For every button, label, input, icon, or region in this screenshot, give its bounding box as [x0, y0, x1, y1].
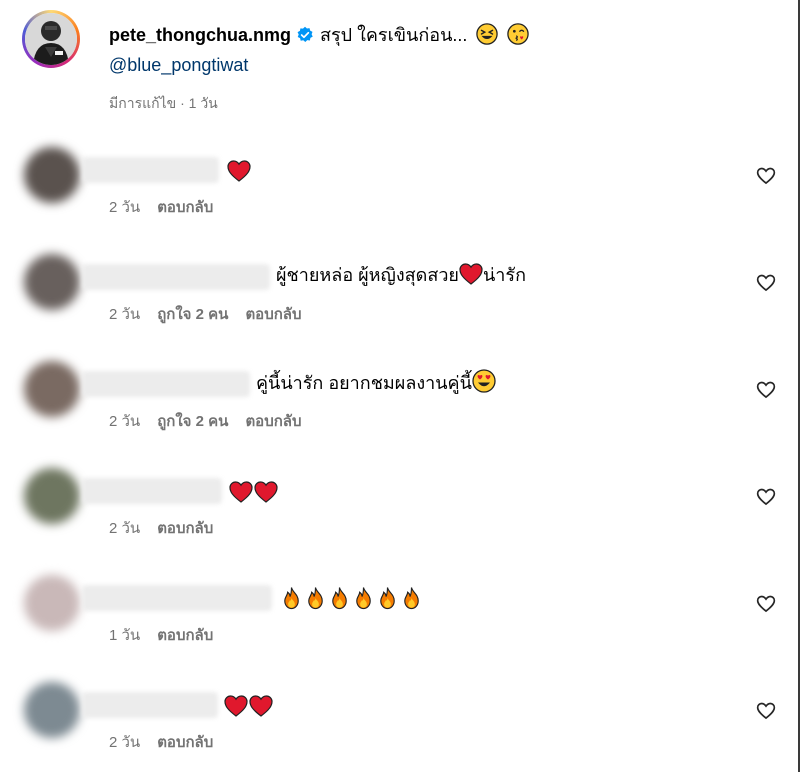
comment-text-main: คู่นี้น่ารัก อยากชมผลงานคู่นี้: [256, 373, 472, 393]
red-heart-icon: [249, 695, 273, 717]
comment-item: 2 วัน ตอบกลับ: [0, 468, 800, 568]
commenter-username-redacted[interactable]: [82, 692, 218, 718]
comment-time: 2 วัน: [109, 520, 141, 537]
post-mention-link[interactable]: @blue_pongtiwat: [109, 52, 248, 78]
fire-icon: [356, 587, 371, 610]
commenter-username-redacted[interactable]: [82, 478, 222, 504]
comment-meta: 2 วัน ถูกใจ 2 คน ตอบกลับ: [109, 302, 319, 326]
comment-time: 2 วัน: [109, 306, 141, 323]
comment-text: [224, 690, 274, 720]
comment-meta: 2 วัน ถูกใจ 2 คน ตอบกลับ: [109, 409, 319, 433]
like-heart-icon[interactable]: [756, 380, 776, 400]
commenter-username-redacted[interactable]: [82, 371, 250, 397]
like-heart-icon[interactable]: [756, 487, 776, 507]
commenter-avatar[interactable]: [24, 468, 80, 524]
comment-time: 1 วัน: [109, 627, 141, 644]
fire-icon: [308, 587, 323, 610]
reply-button[interactable]: ตอบกลับ: [245, 306, 301, 323]
reply-button[interactable]: ตอบกลับ: [157, 627, 213, 644]
red-heart-icon: [229, 481, 253, 503]
like-heart-icon[interactable]: [756, 594, 776, 614]
comment-text: ผู้ชายหล่อ ผู้หญิงสุดสวย น่ารัก: [276, 262, 526, 288]
likes-count-button[interactable]: ถูกใจ 2 คน: [157, 306, 228, 323]
fire-icon: [284, 587, 299, 610]
post-caption: pete_thongchua.nmg สรุป ใครเขินก่อน...: [109, 22, 530, 48]
commenter-username-redacted[interactable]: [82, 157, 219, 183]
avatar-photo-icon: [25, 13, 77, 65]
like-heart-icon[interactable]: [756, 701, 776, 721]
reply-button[interactable]: ตอบกลับ: [157, 734, 213, 751]
red-heart-icon: [227, 160, 251, 182]
grinning-squinting-face-icon: [476, 23, 499, 45]
red-heart-icon: [254, 481, 278, 503]
commenter-username-redacted[interactable]: [82, 585, 272, 611]
comment-meta: 2 วัน ตอบกลับ: [109, 516, 230, 540]
comment-emojis: [224, 694, 274, 720]
comment-text-after: น่ารัก: [482, 265, 526, 285]
commenter-avatar[interactable]: [24, 575, 80, 631]
red-heart-icon: [459, 263, 483, 285]
verified-badge-icon: [297, 26, 313, 42]
red-heart-icon: [224, 695, 248, 717]
commenter-username-redacted[interactable]: [82, 264, 270, 290]
comment-item: 1 วัน ตอบกลับ: [0, 575, 800, 675]
commenter-avatar[interactable]: [24, 361, 80, 417]
comment-text: [227, 155, 252, 185]
comment-meta: 2 วัน ตอบกลับ: [109, 195, 230, 219]
heart-eyes-face-icon: [472, 369, 496, 393]
comment-text: [280, 583, 424, 613]
fire-icon: [404, 587, 419, 610]
comment-emojis: [227, 159, 252, 185]
reply-button[interactable]: ตอบกลับ: [157, 520, 213, 537]
comment-item: ผู้ชายหล่อ ผู้หญิงสุดสวย น่ารัก 2 วัน ถูกใ…: [0, 254, 800, 354]
post-meta: มีการแก้ไข · 1 วัน: [109, 95, 218, 111]
post-author-username[interactable]: pete_thongchua.nmg: [109, 25, 291, 45]
like-heart-icon[interactable]: [756, 273, 776, 293]
comment-item: คู่นี้น่ารัก อยากชมผลงานคู่นี้ 2 วัน ถูกใ…: [0, 361, 800, 461]
comment-item: 2 วัน ตอบกลับ: [0, 147, 800, 247]
likes-count-button[interactable]: ถูกใจ 2 คน: [157, 413, 228, 430]
comment-emojis: [229, 480, 279, 506]
comment-emojis: [280, 586, 424, 613]
post-author-avatar[interactable]: [25, 13, 77, 65]
post-caption-text: สรุป ใครเขินก่อน...: [320, 25, 468, 45]
commenter-avatar[interactable]: [24, 147, 80, 203]
comment-time: 2 วัน: [109, 734, 141, 751]
face-blowing-kiss-icon: [507, 23, 530, 45]
reply-button[interactable]: ตอบกลับ: [157, 199, 213, 216]
comment-time: 2 วัน: [109, 413, 141, 430]
comment-time: 2 วัน: [109, 199, 141, 216]
commenter-avatar[interactable]: [24, 254, 80, 310]
comment-meta: 2 วัน ตอบกลับ: [109, 730, 230, 754]
comment-text: [229, 476, 279, 506]
fire-icon: [380, 587, 395, 610]
comment-text-main: ผู้ชายหล่อ ผู้หญิงสุดสวย: [276, 265, 459, 285]
comment-meta: 1 วัน ตอบกลับ: [109, 623, 230, 647]
fire-icon: [332, 587, 347, 610]
like-heart-icon[interactable]: [756, 166, 776, 186]
comment-item: 2 วัน ตอบกลับ: [0, 682, 800, 782]
post-author-avatar-ring[interactable]: [22, 10, 80, 68]
reply-button[interactable]: ตอบกลับ: [245, 413, 301, 430]
commenter-avatar[interactable]: [24, 682, 80, 738]
comment-text: คู่นี้น่ารัก อยากชมผลงานคู่นี้: [256, 369, 496, 396]
